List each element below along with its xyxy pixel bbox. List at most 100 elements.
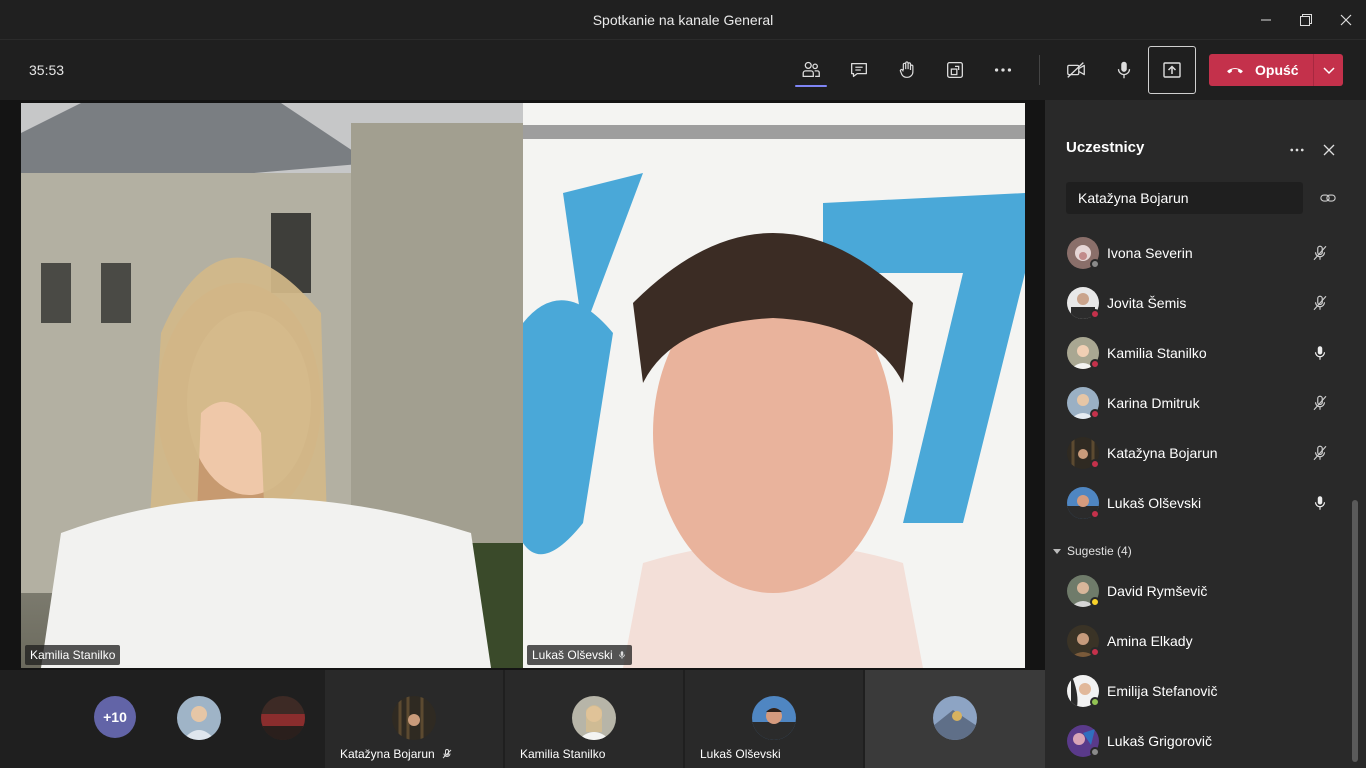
strip-participant-tile[interactable]: Lukaš Olševski [685, 670, 863, 768]
title-bar: Spotkanie na kanale General [0, 0, 1366, 40]
camera-toggle-button[interactable] [1056, 50, 1096, 90]
suggestion-name: David Rymševič [1107, 583, 1208, 599]
avatar [933, 696, 977, 740]
chevron-down-icon [1322, 67, 1335, 75]
mic-icon [1314, 496, 1326, 510]
participant-row[interactable]: Kamilia Stanilko [1045, 328, 1355, 378]
suggestion-row[interactable]: Amina Elkady [1045, 616, 1355, 666]
minimize-button[interactable] [1246, 0, 1286, 40]
status-dot [1090, 747, 1100, 757]
window-controls [1246, 0, 1366, 40]
more-participants-badge[interactable]: +10 [94, 696, 136, 738]
strip-tile-name: Kamilia Stanilko [520, 747, 606, 761]
status-dot [1090, 697, 1100, 707]
video-tile[interactable]: Lukaš Olševski [523, 103, 1025, 668]
show-chat-button[interactable] [839, 50, 879, 90]
video-name-tag: Kamilia Stanilko [25, 645, 121, 665]
minimize-icon [1261, 19, 1271, 21]
more-actions-button[interactable] [983, 50, 1023, 90]
status-dot [1090, 597, 1100, 607]
participant-name: Karina Dmitruk [1107, 395, 1200, 411]
participants-panel: Uczestnicy Katažyna Bojarun Ivona Severi… [1045, 100, 1366, 768]
more-icon [994, 68, 1012, 72]
mic-status[interactable] [1309, 392, 1331, 414]
strip-participant-tile[interactable]: Katažyna Bojarun [325, 670, 503, 768]
mic-toggle-button[interactable] [1104, 50, 1144, 90]
participant-video [523, 125, 1025, 668]
close-window-button[interactable] [1326, 0, 1366, 40]
avatar [392, 696, 436, 740]
participant-row[interactable]: Karina Dmitruk [1045, 378, 1355, 428]
avatar[interactable] [261, 696, 305, 740]
participant-row[interactable]: Jovita Šemis [1045, 278, 1355, 328]
panel-scrollbar[interactable] [1352, 500, 1358, 762]
participant-search-input[interactable]: Katažyna Bojarun [1066, 182, 1303, 214]
status-dot [1090, 647, 1100, 657]
copy-link-button[interactable] [1316, 186, 1340, 210]
mic-status[interactable] [1309, 342, 1331, 364]
mic-status[interactable] [1309, 492, 1331, 514]
leave-label: Opuść [1255, 62, 1299, 78]
leave-options-button[interactable] [1314, 54, 1343, 86]
status-dot [1090, 309, 1100, 319]
suggestion-list: David Rymševič Amina Elkady Emilija Stef… [1045, 566, 1355, 766]
suggestion-row[interactable]: David Rymševič [1045, 566, 1355, 616]
participant-row[interactable]: Katažyna Bojarun [1045, 428, 1355, 478]
participant-video [21, 103, 523, 668]
mic-icon [1117, 61, 1131, 79]
show-participants-button[interactable] [791, 50, 831, 90]
video-tile-name: Kamilia Stanilko [30, 648, 116, 662]
participant-name: Katažyna Bojarun [1107, 445, 1218, 461]
active-indicator [795, 85, 827, 87]
avatar [572, 696, 616, 740]
status-dot [1090, 359, 1100, 369]
camera-off-icon [1067, 62, 1085, 78]
participant-row[interactable]: Ivona Severin [1045, 228, 1355, 278]
restore-button[interactable] [1286, 0, 1326, 40]
mic-muted-icon [442, 749, 452, 759]
link-icon [1320, 194, 1336, 202]
meeting-timer: 35:53 [29, 62, 65, 78]
suggestion-name: Lukaš Grigorovič [1107, 733, 1213, 749]
hang-up-icon [1227, 68, 1243, 74]
video-name-tag: Lukaš Olševski [527, 645, 632, 665]
mic-muted-icon [1313, 395, 1327, 411]
mic-status[interactable] [1309, 242, 1331, 264]
avatar[interactable] [177, 696, 221, 740]
leave-button[interactable]: Opuść [1209, 54, 1343, 86]
panel-title: Uczestnicy [1066, 139, 1145, 156]
panel-more-button[interactable] [1285, 138, 1309, 162]
mic-muted-icon [1313, 445, 1327, 461]
participant-name: Lukaš Olševski [1107, 495, 1202, 511]
avatar [752, 696, 796, 740]
suggestions-header[interactable]: Sugestie (4) [1053, 544, 1132, 558]
strip-tile-name: Lukaš Olševski [700, 747, 781, 761]
participant-row[interactable]: Lukaš Olševski [1045, 478, 1355, 528]
suggestions-label: Sugestie (4) [1067, 544, 1132, 558]
participant-strip: +10 Katažyna Bojarun Kamilia Stanilko Lu… [0, 670, 1045, 768]
strip-participant-tile[interactable]: Kamilia Stanilko [505, 670, 683, 768]
video-tile-name: Lukaš Olševski [532, 648, 613, 662]
suggestion-row[interactable]: Lukaš Grigorovič [1045, 716, 1355, 766]
leave-main[interactable]: Opuść [1209, 54, 1313, 86]
panel-close-button[interactable] [1317, 138, 1341, 162]
close-icon [1340, 14, 1352, 26]
share-content-button[interactable] [1148, 46, 1196, 94]
raise-hand-button[interactable] [887, 50, 927, 90]
window-title: Spotkanie na kanale General [592, 11, 774, 28]
people-icon [802, 61, 820, 78]
restore-icon [1300, 14, 1312, 26]
more-icon [1290, 148, 1304, 152]
participant-name: Ivona Severin [1107, 245, 1193, 261]
suggestion-name: Amina Elkady [1107, 633, 1193, 649]
suggestion-row[interactable]: Emilija Stefanovič [1045, 666, 1355, 716]
breakout-rooms-button[interactable] [935, 50, 975, 90]
mic-status[interactable] [1309, 442, 1331, 464]
mic-status[interactable] [1309, 292, 1331, 314]
video-tile[interactable]: Kamilia Stanilko [21, 103, 523, 668]
suggestion-name: Emilija Stefanovič [1107, 683, 1218, 699]
status-dot [1090, 259, 1100, 269]
strip-participant-tile[interactable] [865, 670, 1045, 768]
participant-list: Ivona Severin Jovita Šemis Kamilia Stani… [1045, 228, 1355, 528]
mic-muted-icon [1313, 295, 1327, 311]
